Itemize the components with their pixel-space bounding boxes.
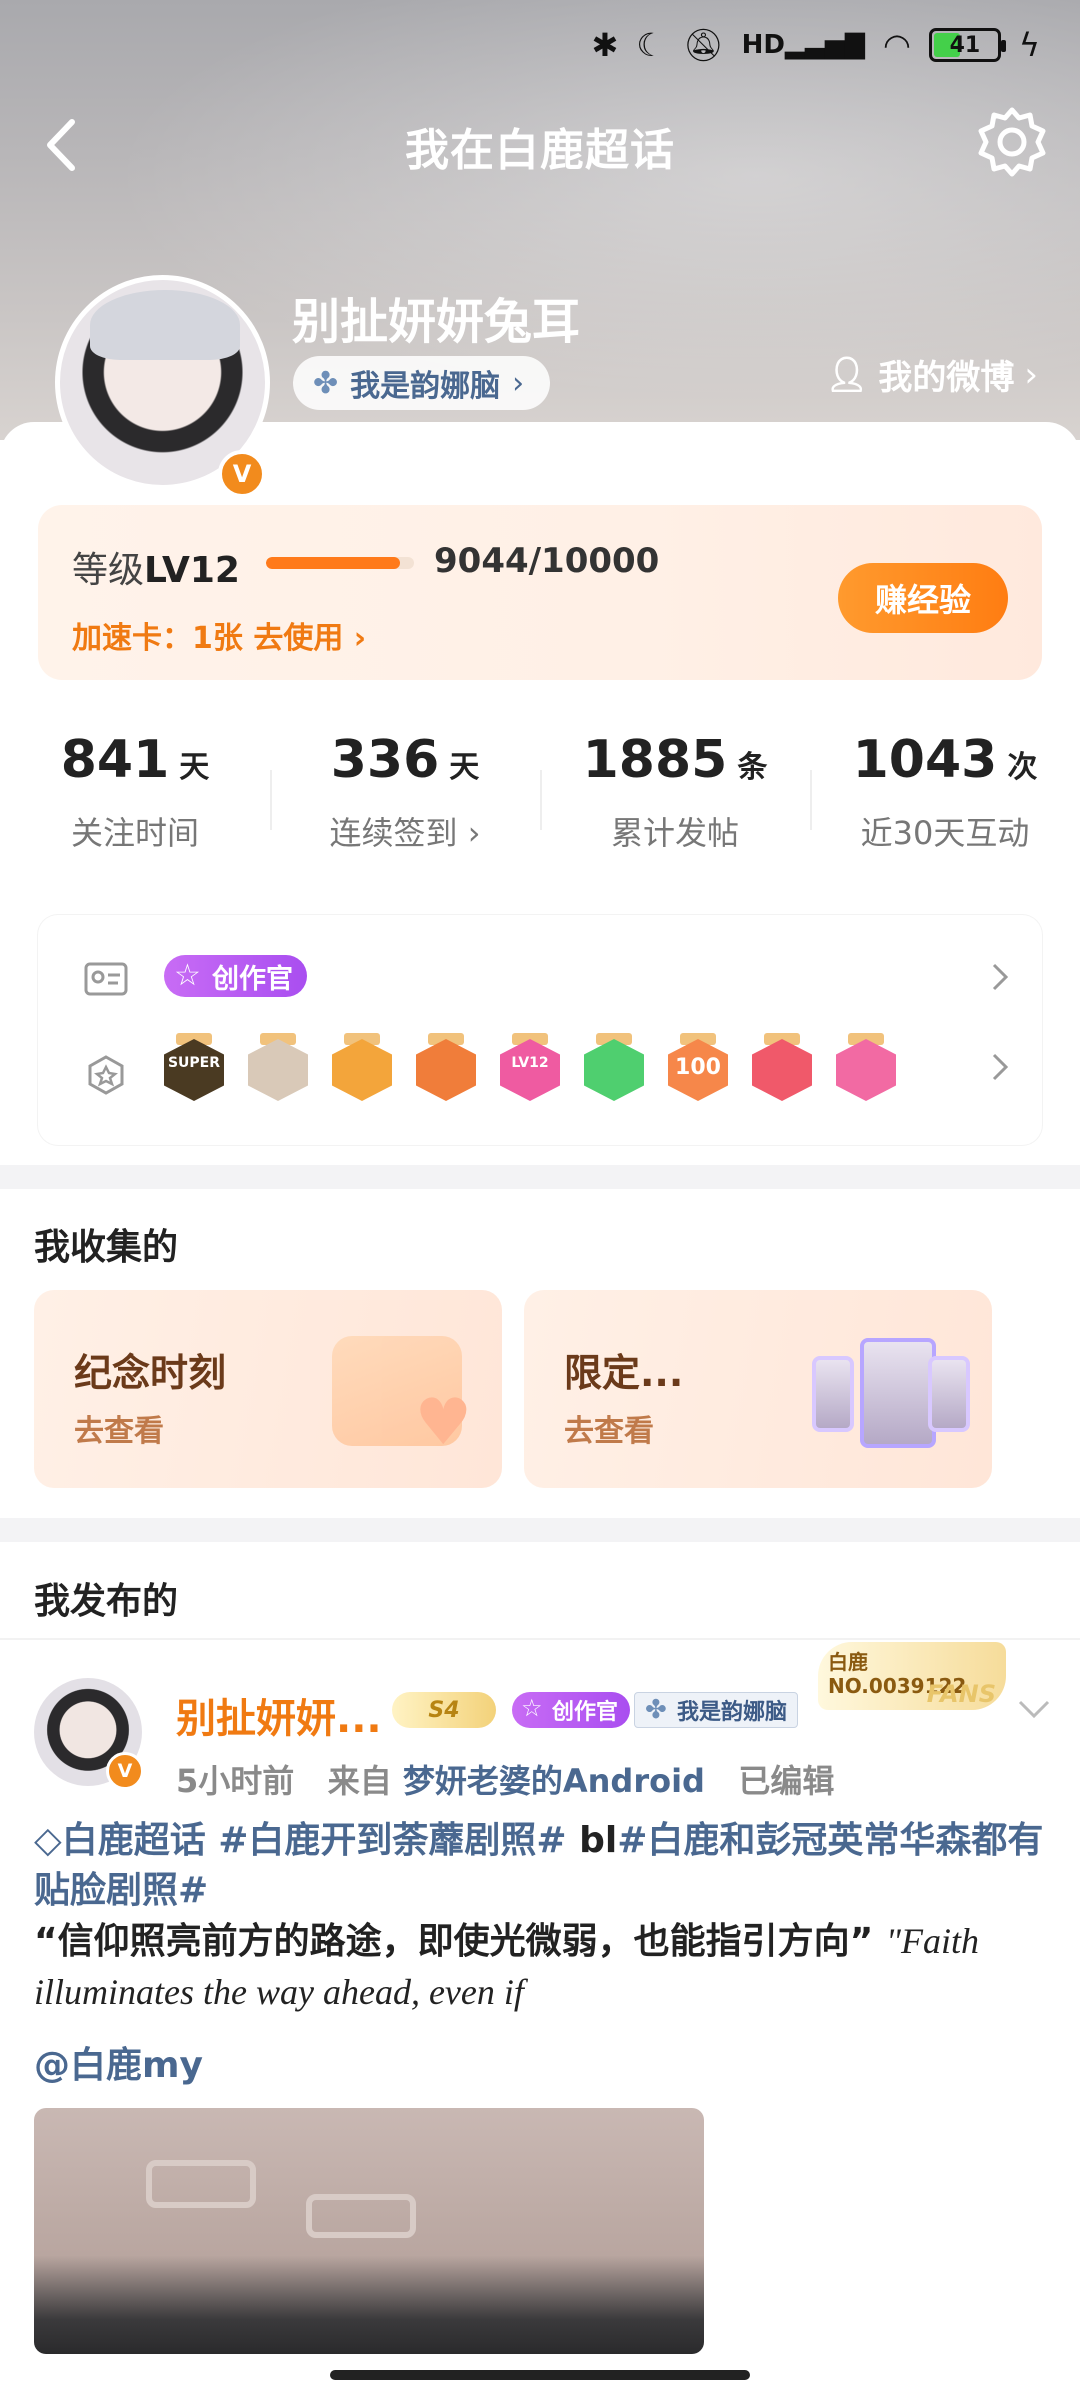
charging-bolt-icon: ϟ [1018,26,1040,64]
post-text-fragment: bl [579,1820,618,1861]
level-progress-bar [266,557,414,569]
photo-card-thumbnail [860,1338,936,1448]
collection-card-link: 去查看 [564,1414,654,1449]
id-card-icon [82,955,130,1003]
leaf-medal-icon [584,1033,644,1103]
collection-card-moments[interactable]: 纪念时刻 去查看 [34,1290,502,1488]
super-medal-icon: SUPER [164,1033,224,1103]
bluetooth-icon: ✱ [591,26,619,64]
stats-row: 841 天 关注时间 336 天 连续签到 › 1885 条 累计发帖 1043 次 近… [0,730,1080,870]
stat-total-posts: 1885 条 累计发帖 [540,730,810,870]
post-text: ◇白鹿超话 #白鹿开到荼蘼剧照# bl#白鹿和彭冠英常华森都有贴脸剧照# “信仰… [34,1816,1044,2018]
hashtag-link[interactable]: #白鹿开到荼蘼剧照# [218,1820,566,1861]
gear-icon [978,107,1046,177]
username: 别扯妍妍兔耳 [292,294,581,350]
post-edited-label: 已编辑 [738,1762,835,1800]
chevron-right-icon: › [1024,354,1038,395]
person-icon: 👤︎ [825,354,869,395]
medal-list[interactable]: SUPER LV12 100 [164,1033,896,1103]
diamond-icon: ◇ [34,1820,62,1861]
level-progress-text: 9044/10000 [434,541,660,581]
speed-card-link[interactable]: 加速卡：1张 去使用 › [72,613,366,657]
100-days-medal-icon: 100 [668,1033,728,1103]
group-tag: ✤ 我是韵娜脑 [634,1692,799,1728]
level-badge: S4 [392,1692,496,1728]
settings-button[interactable] [974,104,1050,180]
muted-bell-icon: 🔕︎ [683,26,724,64]
post-meta: 5小时前 来自 梦妍老婆的Android 已编辑 [176,1756,834,1802]
divider [0,1638,1080,1640]
verified-badge-icon: V [106,1752,144,1790]
post-image[interactable] [34,2108,704,2354]
post-author-avatar[interactable]: V [34,1678,144,1790]
trophy-medal-icon [752,1033,812,1103]
post-more-button[interactable] [1014,1694,1054,1724]
image-detail [146,2160,256,2208]
chevron-right-icon: › [512,365,525,401]
posts-title: 我发布的 [34,1581,179,1622]
stat-checkin-streak[interactable]: 336 天 连续签到 › [270,730,540,870]
medal-icon [82,1051,130,1099]
post-time: 5小时前 [176,1762,295,1800]
group-tag-label: 我是韵娜脑 [350,369,501,404]
earn-experience-button[interactable]: 赚经验 [838,563,1008,633]
section-divider [0,1165,1080,1189]
stat-interactions-30d: 1043 次 近30天互动 [810,730,1080,870]
collection-card-limited[interactable]: 限定... 去查看 [524,1290,992,1488]
level-label: 等级LV12 [72,550,240,591]
status-bar: ✱ ☾ 🔕︎ HD▂▃▅▇ ◠ 41 ϟ [0,0,1080,100]
photo-card-thumbnail [812,1356,854,1432]
mention-link[interactable]: @白鹿my [34,2036,203,2088]
tiger-medal-icon [416,1033,476,1103]
photo-card-thumbnail [928,1356,970,1432]
my-weibo-link[interactable]: 👤︎ 我的微博 › [825,350,1038,399]
my-weibo-label: 我的微博 [878,358,1015,398]
verified-badge-icon: V [218,450,266,498]
avatar-medal-icon [248,1033,308,1103]
chevron-right-icon[interactable] [984,1047,1014,1087]
post-source[interactable]: 梦妍老婆的Android [403,1762,705,1800]
cap-medal-icon [836,1033,896,1103]
chevron-right-icon[interactable] [984,957,1014,997]
clover-icon: ✤ [313,365,339,401]
calendar-heart-icon [332,1336,472,1460]
stat-follow-time: 841 天 关注时间 [60,730,210,852]
post-from-label: 来自 [327,1762,392,1800]
creator-badge[interactable]: 创作官 [164,955,307,997]
fans-badge-name: 白鹿 [828,1650,868,1674]
page-title: 我在白鹿超话 [405,125,675,176]
do-not-disturb-moon-icon: ☾ [636,26,666,64]
post-author-name[interactable]: 别扯妍妍... [176,1686,382,1744]
creator-badge: 创作官 [512,1692,631,1728]
collections-title: 我收集的 [34,1227,179,1268]
lv12-medal-icon: LV12 [500,1033,560,1103]
navigation-bar: 我在白鹿超话 [0,100,1080,190]
collection-card-title: 纪念时刻 [74,1351,227,1395]
fans-badge-word: FANS [926,1680,996,1708]
avatar[interactable]: V [55,275,270,498]
wifi-icon: ◠ [882,26,911,64]
battery-indicator: 41 [928,28,1006,62]
section-divider [0,1518,1080,1542]
chevron-down-icon [1018,1700,1050,1719]
clover-icon: ✤ [645,1695,667,1725]
crown-medal-icon [332,1033,392,1103]
fans-badge: 白鹿 NO.0039122 FANS [818,1642,1006,1710]
post-quote-cn: “信仰照亮前方的路途，即使光微弱，也能指引方向” [34,1921,874,1962]
collection-card-title: 限定... [564,1351,684,1395]
group-tag-button[interactable]: ✤ 我是韵娜脑 › [293,356,551,410]
badges-card: 创作官 SUPER LV12 100 [38,915,1042,1145]
super-topic-link[interactable]: ◇白鹿超话 [34,1820,206,1861]
level-card: 等级LV12 9044/10000 加速卡：1张 去使用 › 赚经验 [38,505,1042,680]
chevron-right-icon: › [457,814,481,852]
signal-icon: HD▂▃▅▇ [741,30,865,60]
collection-card-link: 去查看 [74,1414,164,1449]
image-detail [306,2194,416,2238]
home-indicator[interactable] [330,2370,750,2380]
